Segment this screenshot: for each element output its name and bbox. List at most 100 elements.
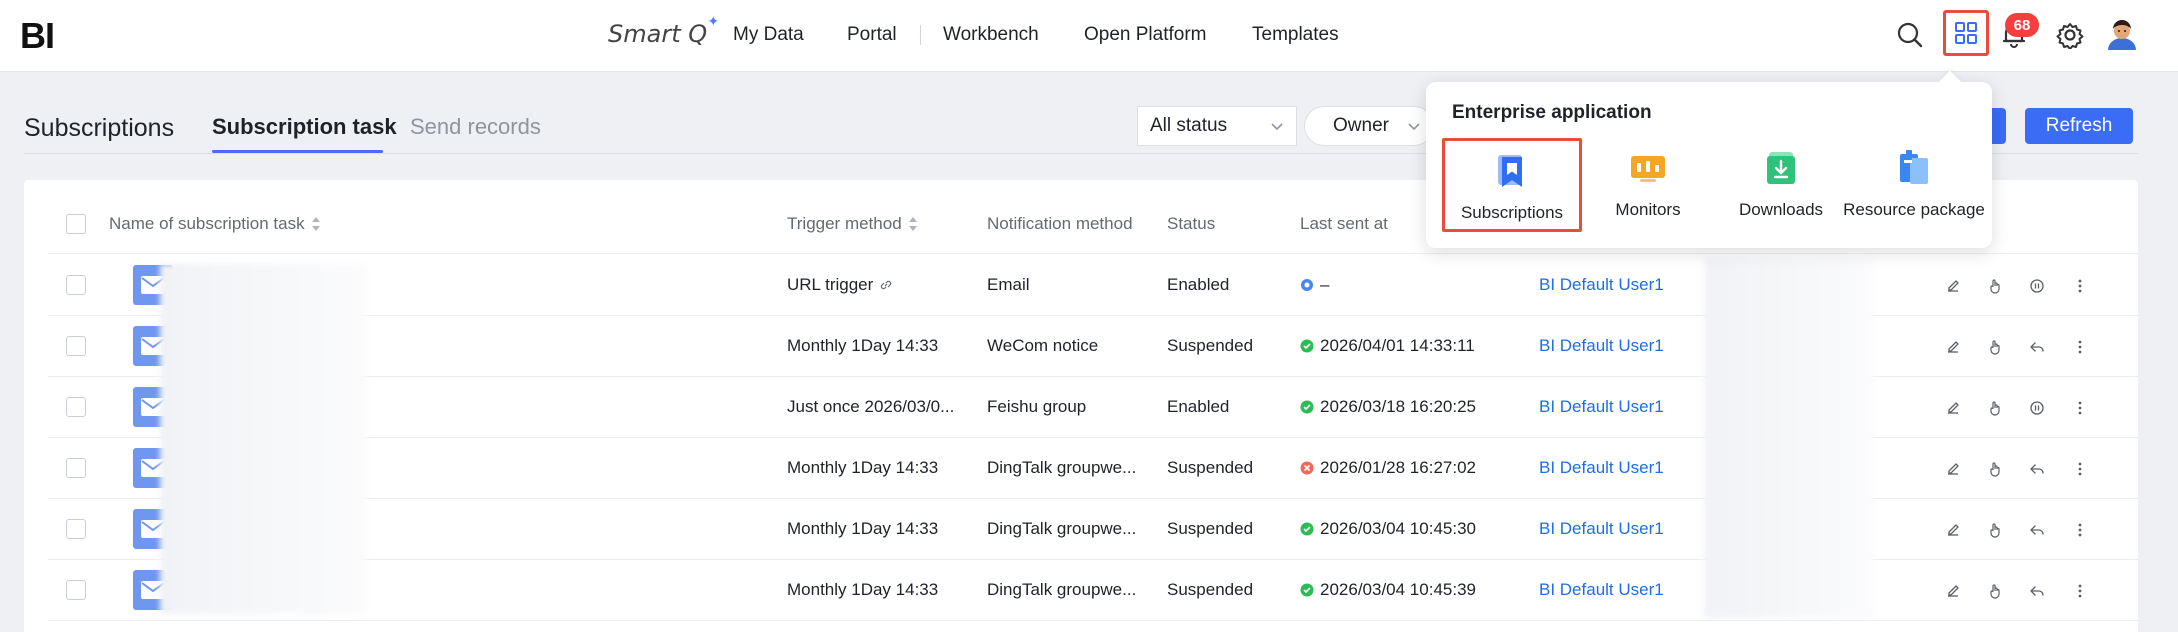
row-checkbox[interactable] [66,519,86,539]
nav-open-platform[interactable]: Open Platform [1084,24,1207,46]
error-icon [1300,461,1314,475]
select-all-checkbox[interactable] [66,214,86,234]
refresh-button[interactable]: Refresh [2025,108,2133,144]
hand-icon[interactable] [1986,277,2004,295]
hand-icon[interactable] [1986,582,2004,600]
nav-portal[interactable]: Portal [847,24,897,46]
edit-icon[interactable] [1944,460,1962,478]
row-checkbox[interactable] [66,275,86,295]
success-icon [1300,583,1314,597]
notification-cell: DingTalk groupwe... [987,458,1137,477]
package-icon [1900,150,1928,184]
row-checkbox[interactable] [66,580,86,600]
nav-divider [920,25,921,45]
more-icon[interactable] [2071,399,2089,417]
popup-arrow [1938,70,1962,94]
row-checkbox[interactable] [66,397,86,417]
col-name-header[interactable]: Name of subscription task [109,214,321,234]
col-trigger-header[interactable]: Trigger method [787,214,918,234]
apps-button[interactable] [1943,10,1989,56]
col-status-header: Status [1167,214,1216,233]
owner-link[interactable]: BI Default User1 [1539,580,1664,600]
sort-icon [311,217,320,231]
notification-cell: WeCom notice [987,336,1099,355]
app-resource-package[interactable]: Resource package [1836,138,1992,232]
reply-icon[interactable] [2028,460,2046,478]
owner-filter-value: Owner [1333,115,1389,136]
hand-icon[interactable] [1986,399,2004,417]
row-checkbox[interactable] [66,336,86,356]
trigger-cell: URL trigger [787,275,893,295]
download-icon [1767,152,1795,184]
status-cell: Suspended [1167,519,1254,538]
edit-icon[interactable] [1944,399,1962,417]
bookmark-icon [1498,155,1522,187]
row-checkbox[interactable] [66,458,86,478]
avatar[interactable] [2104,16,2140,52]
app-subscriptions-label: Subscriptions [1460,203,1564,222]
owner-filter-select[interactable]: Owner [1304,106,1434,146]
owner-link[interactable]: BI Default User1 [1539,519,1664,539]
hand-icon[interactable] [1986,521,2004,539]
redacted-column [1704,258,1874,618]
sort-icon [908,217,917,231]
status-filter-select[interactable]: All status [1137,106,1297,146]
col-last-sent-header: Last sent at [1300,214,1388,233]
nav-templates[interactable]: Templates [1252,24,1339,46]
tab-subscription-task[interactable]: Subscription task [212,114,397,140]
hand-icon[interactable] [1986,460,2004,478]
nav-workbench[interactable]: Workbench [943,24,1039,46]
success-icon [1300,522,1314,536]
edit-icon[interactable] [1944,277,1962,295]
more-icon[interactable] [2071,582,2089,600]
status-cell: Suspended [1167,336,1254,355]
tab-send-records[interactable]: Send records [410,114,541,140]
owner-link[interactable]: BI Default User1 [1539,336,1664,356]
more-icon[interactable] [2071,338,2089,356]
smart-q-label: Smart Q [608,20,708,48]
hand-icon[interactable] [1986,338,2004,356]
notification-cell: Feishu group [987,397,1087,416]
edit-icon[interactable] [1944,338,1962,356]
smart-q-link[interactable]: Smart Q ✦ [608,14,719,48]
owner-link[interactable]: BI Default User1 [1539,397,1664,417]
pause-icon[interactable] [2028,399,2046,417]
last-sent-cell: 2026/03/18 16:20:25 [1300,397,1476,417]
reply-icon[interactable] [2028,582,2046,600]
nav-my-data[interactable]: My Data [733,24,804,46]
trigger-cell: Monthly 1Day 14:33 [787,519,939,538]
owner-link[interactable]: BI Default User1 [1539,458,1664,478]
owner-link[interactable]: BI Default User1 [1539,275,1664,295]
reply-icon[interactable] [2028,338,2046,356]
col-notification-header: Notification method [987,214,1133,233]
more-icon[interactable] [2071,277,2089,295]
last-sent-cell: 2026/03/04 10:45:39 [1300,580,1476,600]
app-resource-package-label: Resource package [1843,200,1985,219]
bi-logo[interactable]: BI [20,15,55,57]
more-icon[interactable] [2071,521,2089,539]
edit-icon[interactable] [1944,521,1962,539]
app-monitors[interactable]: Monitors [1581,138,1715,232]
app-downloads[interactable]: Downloads [1714,138,1848,232]
app-downloads-label: Downloads [1738,200,1824,219]
link-icon [881,280,892,290]
pause-icon[interactable] [2028,277,2046,295]
more-icon[interactable] [2071,460,2089,478]
app-monitors-label: Monitors [1615,200,1681,219]
gear-icon[interactable] [2055,20,2085,50]
trigger-cell: Just once 2026/03/0... [787,397,955,416]
chevron-down-icon [1408,123,1420,131]
reply-icon[interactable] [2028,521,2046,539]
chevron-down-icon [1271,123,1283,131]
apps-grid-icon [1955,22,1977,44]
app-subscriptions[interactable]: Subscriptions [1442,138,1582,232]
last-sent-cell: 2026/03/04 10:45:30 [1300,519,1476,539]
success-icon [1300,339,1314,353]
edit-icon[interactable] [1944,582,1962,600]
sparkle-icon: ✦ [707,14,720,30]
enterprise-app-popup: Enterprise application Subscriptions Mon… [1426,70,1992,248]
search-icon[interactable] [1895,20,1925,50]
pending-icon [1301,279,1313,291]
trigger-cell: Monthly 1Day 14:33 [787,580,939,599]
notification-cell: Email [987,275,1030,294]
